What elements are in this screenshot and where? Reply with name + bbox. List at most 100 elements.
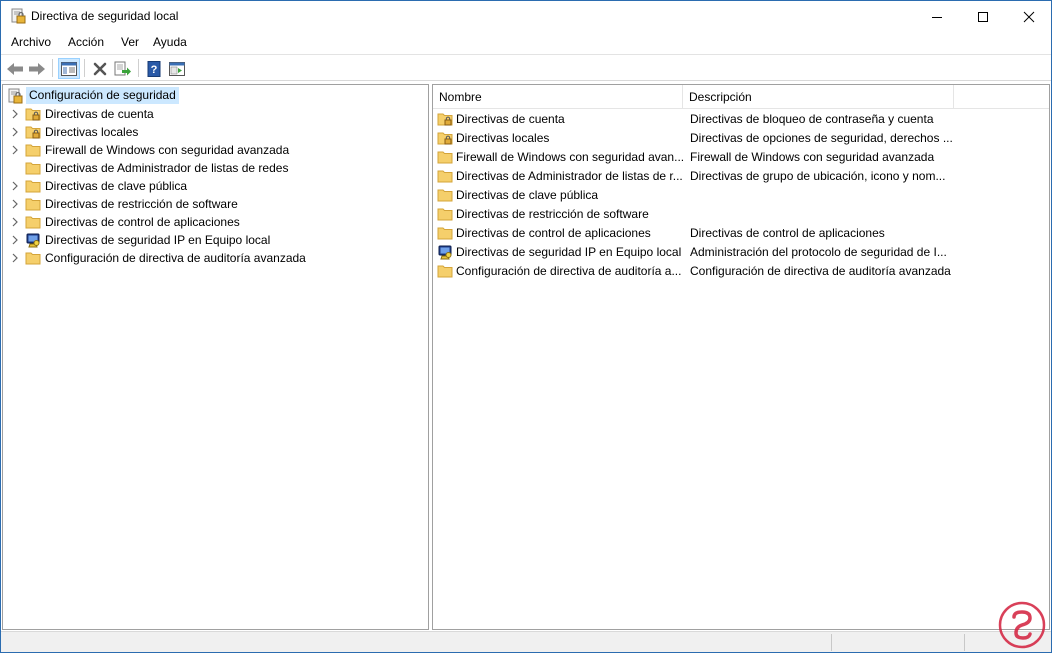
title-bar[interactable]: Directiva de seguridad local [1, 1, 1051, 32]
folder-icon [437, 208, 453, 221]
folder-icon [437, 227, 453, 240]
folder-lock-icon [25, 108, 41, 121]
tree-item-account-policies[interactable]: Directivas de cuenta [9, 105, 154, 123]
status-separator [964, 634, 965, 651]
tree-item-windows-firewall[interactable]: Firewall de Windows con seguridad avanza… [9, 141, 289, 159]
expand-chevron-icon[interactable] [9, 198, 21, 210]
expand-chevron-icon[interactable] [9, 144, 21, 156]
row-description: Firewall de Windows con seguridad avanza… [690, 150, 935, 164]
row-description: Administración del protocolo de segurida… [690, 245, 947, 259]
row-name: Directivas de clave pública [456, 188, 599, 202]
tree-item-network-list-manager[interactable]: Directivas de Administrador de listas de… [9, 159, 288, 177]
delete-button[interactable] [89, 58, 111, 79]
menu-ayuda[interactable]: Ayuda [153, 35, 187, 49]
list-row[interactable]: Directivas de restricción de software [433, 205, 1049, 224]
toolbar: ? [1, 54, 1051, 81]
toolbar-separator [52, 59, 53, 77]
folder-icon [25, 162, 41, 175]
security-settings-icon [8, 88, 23, 103]
menu-archivo[interactable]: Archivo [11, 35, 51, 49]
row-name: Configuración de directiva de auditoría … [456, 264, 682, 278]
folder-lock-icon [437, 132, 453, 145]
maximize-icon [978, 11, 988, 22]
export-list-button[interactable] [112, 58, 134, 79]
folder-icon [25, 180, 41, 193]
column-header-name[interactable]: Nombre [433, 85, 683, 109]
folder-lock-icon [437, 113, 453, 126]
row-name: Directivas de restricción de software [456, 207, 649, 221]
tree-item-application-control[interactable]: Directivas de control de aplicaciones [9, 213, 240, 231]
properties-button[interactable] [166, 58, 188, 79]
menu-accion[interactable]: Acción [68, 35, 104, 49]
expand-chevron-icon[interactable] [9, 234, 21, 246]
list-row[interactable]: Directivas de Administrador de listas de… [433, 167, 1049, 186]
column-header-description[interactable]: Descripción [683, 85, 954, 109]
status-separator [831, 634, 832, 651]
export-list-icon [114, 61, 131, 75]
maximize-button[interactable] [960, 1, 1006, 32]
tree-item-label: Directivas de clave pública [45, 179, 188, 193]
row-name: Directivas de control de aplicaciones [456, 226, 651, 240]
tree-item-public-key-policies[interactable]: Directivas de clave pública [9, 177, 187, 195]
tree-item-ip-security[interactable]: Directivas de seguridad IP en Equipo loc… [9, 231, 270, 249]
delete-icon [93, 62, 107, 75]
expand-chevron-icon[interactable] [9, 216, 21, 228]
status-bar [1, 631, 1051, 652]
tree-item-local-policies[interactable]: Directivas locales [9, 123, 138, 141]
list-row[interactable]: Directivas locales Directivas de opcione… [433, 129, 1049, 148]
tree-item-label: Directivas de seguridad IP en Equipo loc… [45, 233, 271, 247]
tree-item-label: Firewall de Windows con seguridad avanza… [45, 143, 290, 157]
back-icon [7, 62, 23, 75]
forward-button[interactable] [26, 58, 48, 79]
watermark-logo-icon [998, 601, 1046, 649]
menu-ver[interactable]: Ver [121, 35, 139, 49]
window-title: Directiva de seguridad local [31, 9, 179, 23]
tree-item-software-restriction[interactable]: Directivas de restricción de software [9, 195, 238, 213]
help-icon: ? [147, 60, 161, 77]
show-hide-console-tree-button[interactable] [58, 58, 80, 79]
row-name: Directivas de cuenta [456, 112, 565, 126]
folder-icon [437, 189, 453, 202]
forward-icon [29, 62, 45, 75]
toolbar-separator [138, 59, 139, 77]
expand-chevron-icon[interactable] [9, 180, 21, 192]
list-row[interactable]: Directivas de seguridad IP en Equipo loc… [433, 243, 1049, 262]
back-button[interactable] [4, 58, 26, 79]
list-row[interactable]: Configuración de directiva de auditoría … [433, 262, 1049, 281]
list-row[interactable]: Directivas de clave pública [433, 186, 1049, 205]
show-hide-console-tree-icon [61, 61, 77, 76]
toolbar-separator [84, 59, 85, 77]
minimize-button[interactable] [914, 1, 960, 32]
console-tree-pane: Configuración de seguridad Directivas de… [2, 84, 429, 630]
tree-item-advanced-audit[interactable]: Configuración de directiva de auditoría … [9, 249, 306, 267]
ipsec-icon [26, 233, 40, 248]
folder-icon [25, 198, 41, 211]
tree-item-label: Directivas locales [45, 125, 139, 139]
list-row[interactable]: Directivas de control de aplicaciones Di… [433, 224, 1049, 243]
expand-chevron-icon[interactable] [9, 252, 21, 264]
minimize-icon [932, 16, 942, 18]
folder-icon [437, 265, 453, 278]
tree-item-label: Directivas de cuenta [45, 107, 154, 121]
security-policy-app-icon [11, 8, 26, 24]
row-description: Directivas de grupo de ubicación, icono … [690, 169, 946, 183]
list-row[interactable]: Directivas de cuenta Directivas de bloqu… [433, 110, 1049, 129]
row-description: Configuración de directiva de auditoría … [690, 264, 951, 278]
tree-root-security-settings[interactable]: Configuración de seguridad [7, 87, 179, 104]
list-row[interactable]: Firewall de Windows con seguridad avan..… [433, 148, 1049, 167]
row-description: Directivas de opciones de seguridad, der… [690, 131, 952, 145]
help-button[interactable]: ? [143, 58, 165, 79]
folder-icon [25, 144, 41, 157]
expand-chevron-icon[interactable] [9, 126, 21, 138]
menu-bar: Archivo Acción Ver Ayuda [1, 32, 1051, 53]
tree-item-label: Directivas de Administrador de listas de… [45, 161, 289, 175]
close-button[interactable] [1006, 1, 1052, 32]
folder-icon [25, 252, 41, 265]
svg-text:?: ? [151, 64, 158, 76]
expand-chevron-icon[interactable] [9, 108, 21, 120]
row-name: Directivas de Administrador de listas de… [456, 169, 683, 183]
row-name: Directivas de seguridad IP en Equipo loc… [456, 245, 682, 259]
ipsec-icon [438, 245, 452, 260]
properties-icon [169, 61, 185, 76]
folder-lock-icon [25, 126, 41, 139]
